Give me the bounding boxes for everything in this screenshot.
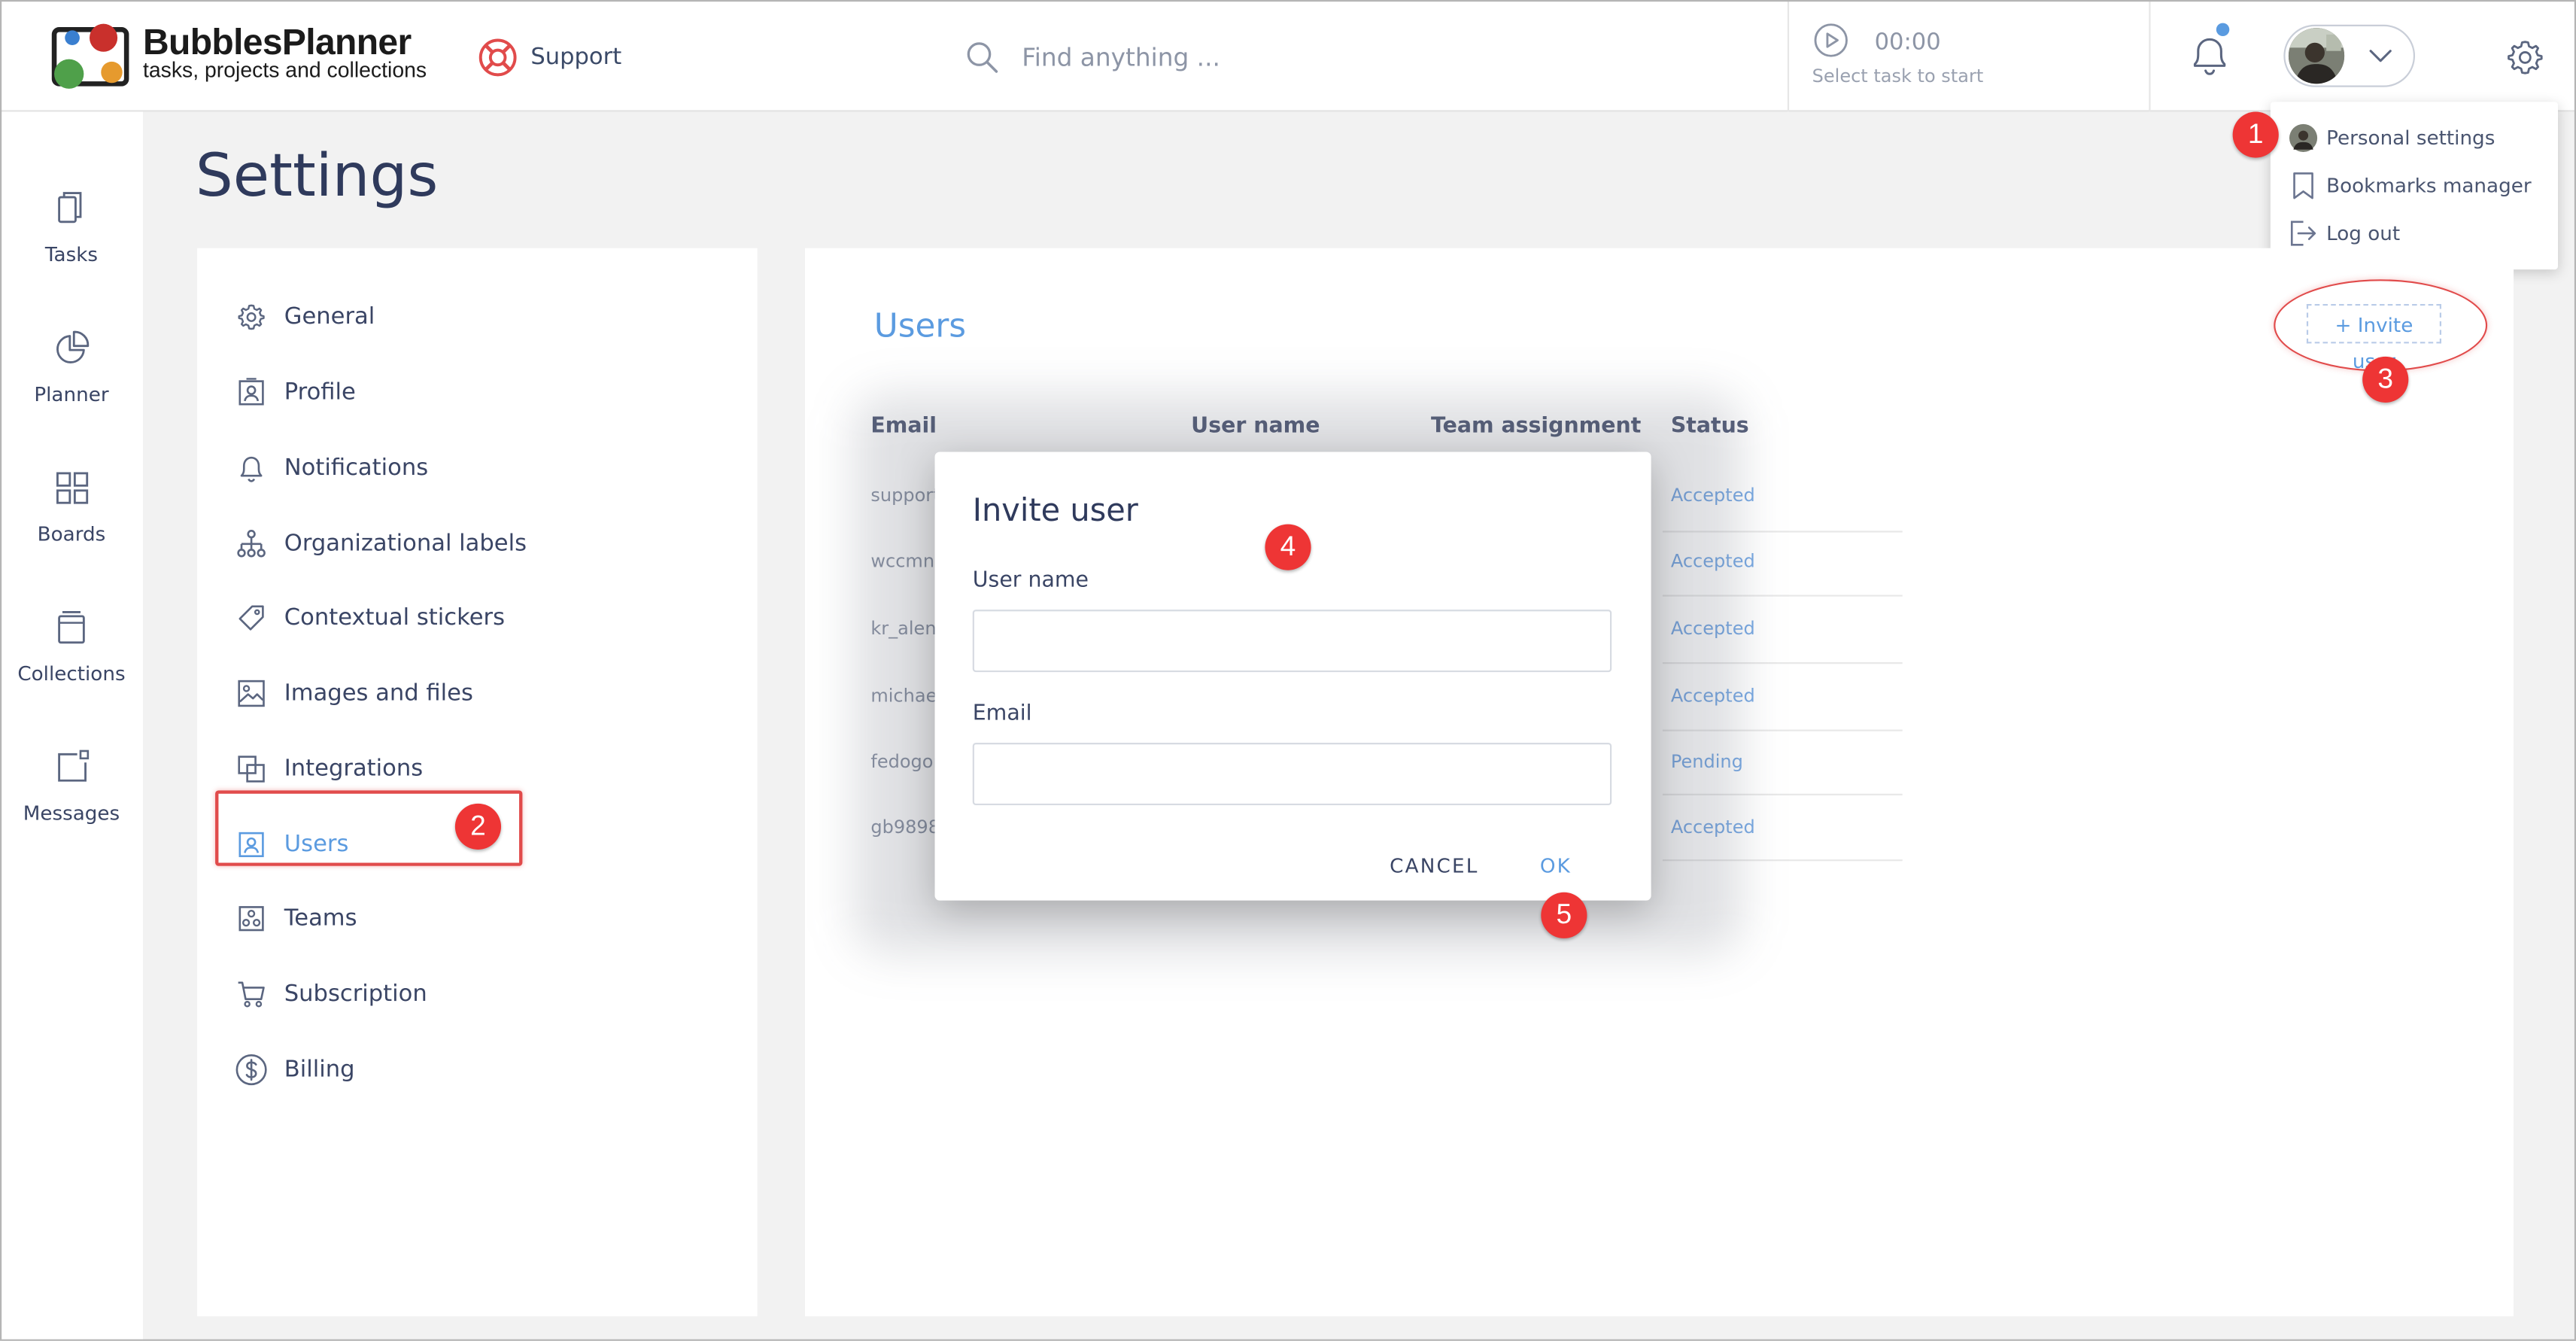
cart-icon	[236, 979, 266, 1008]
settings-item-label: Contextual stickers	[284, 604, 506, 631]
ok-button[interactable]: OK	[1523, 850, 1588, 883]
support-link[interactable]: Support	[530, 43, 621, 72]
nav-item-planner[interactable]: Planner	[0, 330, 143, 445]
settings-item-teams[interactable]: Teams	[197, 884, 758, 950]
tag-icon	[236, 603, 266, 632]
collections-icon	[54, 610, 90, 646]
step-badge-4: 4	[1265, 524, 1311, 570]
bell-icon	[236, 454, 266, 483]
settings-item-label: Billing	[284, 1057, 355, 1084]
messages-icon	[54, 750, 90, 786]
settings-item-label: Integrations	[284, 756, 424, 783]
menu-item-label: Log out	[2326, 221, 2401, 245]
dialog-title: Invite user	[972, 493, 1138, 530]
hierarchy-icon	[236, 529, 266, 558]
settings-item-organizational-labels[interactable]: Organizational labels	[197, 509, 758, 575]
settings-item-label: Teams	[284, 905, 357, 932]
nav-item-label: Tasks	[44, 243, 99, 266]
settings-item-general[interactable]: General	[197, 283, 758, 348]
step-badge-2: 2	[454, 803, 502, 850]
settings-item-billing[interactable]: Billing	[197, 1035, 758, 1101]
top-bar: BubblesPlanner tasks, projects and colle…	[0, 0, 2576, 112]
pie-chart-icon	[54, 330, 90, 366]
teams-icon	[236, 904, 266, 933]
notification-dot	[2216, 23, 2230, 37]
user-name-input[interactable]	[972, 610, 1612, 673]
avatar-icon	[2289, 123, 2318, 153]
settings-item-label: General	[284, 303, 375, 330]
settings-item-label: Profile	[284, 379, 356, 406]
menu-item-bookmarks-manager[interactable]: Bookmarks manager	[2271, 163, 2558, 208]
invite-user-button[interactable]: + Invite user	[2306, 303, 2441, 373]
step-badge-5: 5	[1541, 892, 1587, 938]
menu-item-personal-settings[interactable]: Personal settings	[2271, 115, 2558, 161]
search-input[interactable]	[1022, 39, 1647, 76]
app-window: BubblesPlanner tasks, projects and colle…	[0, 0, 2576, 1341]
cancel-button[interactable]: CANCEL	[1375, 850, 1493, 883]
page-title: Settings	[195, 142, 439, 211]
settings-item-images-and-files[interactable]: Images and files	[197, 659, 758, 725]
image-icon	[236, 679, 266, 708]
settings-item-label: Notifications	[284, 455, 429, 482]
play-icon[interactable]	[1814, 23, 1848, 58]
step-badge-1: 1	[2232, 111, 2279, 158]
bell-icon[interactable]	[2189, 33, 2231, 79]
chevron-down-icon	[2368, 44, 2394, 68]
lifebuoy-icon[interactable]	[478, 38, 517, 77]
timer-caption: Select task to start	[1812, 65, 1984, 87]
invite-user-dialog: Invite user User name Email CANCEL OK	[934, 452, 1651, 901]
boards-icon	[54, 470, 90, 506]
user-dropdown-menu: Personal settings Bookmarks manager Log …	[2270, 102, 2559, 270]
nav-item-label: Planner	[34, 382, 109, 406]
settings-item-label: Images and files	[284, 680, 473, 707]
nav-item-label: Messages	[23, 801, 120, 826]
step-badge-3: 3	[2362, 356, 2409, 403]
gear-icon[interactable]	[2505, 38, 2544, 77]
settings-item-profile[interactable]: Profile	[197, 358, 758, 424]
settings-item-label: Organizational labels	[284, 531, 527, 558]
avatar	[2288, 28, 2345, 84]
settings-item-contextual-stickers[interactable]: Contextual stickers	[197, 583, 758, 649]
bookmark-icon	[2289, 171, 2318, 200]
menu-item-label: Personal settings	[2326, 126, 2496, 150]
email-label: Email	[972, 701, 1032, 727]
settings-item-label: Subscription	[284, 981, 427, 1008]
email-input[interactable]	[972, 743, 1612, 806]
menu-item-label: Bookmarks manager	[2326, 174, 2532, 198]
divider	[2149, 0, 2151, 112]
nav-item-messages[interactable]: Messages	[0, 750, 143, 865]
timer-value: 00:00	[1874, 29, 1941, 56]
brand-name: BubblesPlanner	[142, 21, 412, 62]
gear-icon	[236, 303, 266, 332]
profile-icon	[236, 378, 266, 407]
nav-item-tasks[interactable]: Tasks	[0, 190, 143, 306]
brand-tagline: tasks, projects and collections	[142, 57, 427, 83]
settings-item-notifications[interactable]: Notifications	[197, 433, 758, 499]
tasks-icon	[54, 190, 87, 227]
integrations-icon	[236, 754, 266, 783]
nav-item-label: Boards	[37, 522, 106, 546]
nav-item-collections[interactable]: Collections	[0, 610, 143, 725]
divider	[1787, 0, 1790, 112]
bubbles-logo-icon[interactable]	[50, 21, 132, 93]
logout-icon	[2289, 218, 2318, 248]
nav-item-label: Collections	[17, 662, 126, 686]
settings-menu: General Profile Notifications Organizati…	[197, 248, 758, 1317]
user-name-label: User name	[972, 568, 1089, 594]
users-heading: Users	[873, 306, 967, 345]
settings-item-subscription[interactable]: Subscription	[197, 959, 758, 1025]
search-icon	[966, 41, 999, 74]
left-nav: Tasks Planner Boards Collections Message…	[0, 111, 143, 1341]
nav-item-boards[interactable]: Boards	[0, 470, 143, 585]
dollar-icon	[235, 1054, 267, 1086]
user-menu-toggle[interactable]	[2283, 24, 2416, 87]
